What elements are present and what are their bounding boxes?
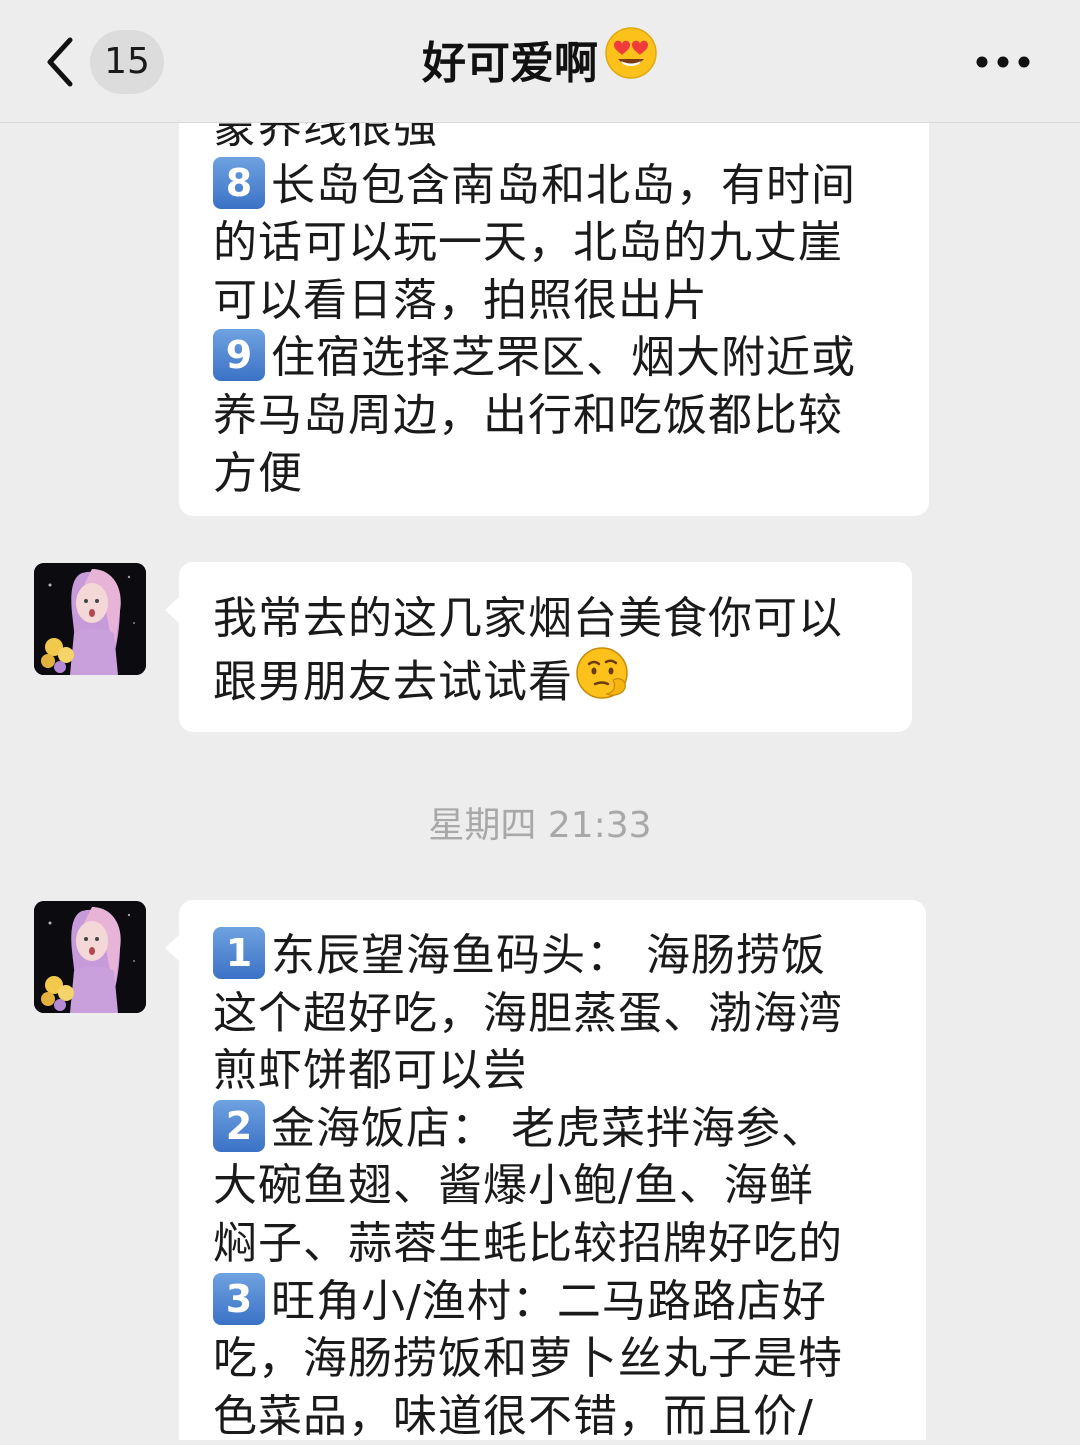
message-bubble[interactable]: 蒙养线很强 8 长岛包含南岛和北岛，有时间 的话可以玩一天，北岛的九丈崖 可以看日…: [179, 60, 929, 516]
message-bubble[interactable]: 我常去的这几家烟台美食你可以 跟男朋友去试试看: [165, 562, 912, 732]
message-line: 色菜品，味道很不错，而且价/: [213, 1390, 814, 1442]
message-line: 煎虾饼都可以尝: [213, 1045, 528, 1097]
more-options-button[interactable]: [970, 44, 1036, 80]
message-text: 1 东辰望海鱼码头： 海肠捞饭 这个超好吃，海胆蒸蛋、渤海湾 煎虾饼都可以尝 2金…: [213, 927, 843, 1445]
number-2-badge: 2: [213, 1099, 265, 1152]
message-text: 蒙养线很强 8 长岛包含南岛和北岛，有时间 的话可以玩一天，北岛的九丈崖 可以看日…: [213, 99, 856, 502]
number-9-badge: 9: [213, 329, 265, 382]
message-line: 8 长岛包含南岛和北岛，有时间: [213, 156, 856, 215]
thinking-emoji-icon: [573, 644, 631, 717]
bubble-tail: [165, 934, 180, 962]
message-timestamp: 星期四 21:33: [428, 805, 652, 846]
number-8-badge: 8: [213, 156, 265, 209]
avatar-image: [34, 901, 146, 1013]
avatar[interactable]: [34, 563, 146, 675]
number-1-badge: 1: [213, 927, 265, 979]
heart-eyes-emoji-icon: [604, 26, 658, 98]
message-line: 这个超好吃，海胆蒸蛋、渤海湾: [213, 987, 843, 1039]
message-line: 2 金海饭店： 老虎菜拌海参、: [213, 1099, 843, 1158]
message-text: 我常去的这几家烟台美食你可以 跟男朋友去试试看: [213, 590, 843, 707]
chat-title-text: 好可爱啊: [422, 38, 598, 89]
number-3-badge: 3: [213, 1272, 265, 1325]
back-button[interactable]: [40, 32, 88, 92]
bubble-tail: [165, 596, 180, 624]
message-bubble[interactable]: 1 东辰望海鱼码头： 海肠捞饭 这个超好吃，海胆蒸蛋、渤海湾 煎虾饼都可以尝 2金…: [165, 900, 926, 1442]
message-line: 的话可以玩一天，北岛的九丈崖: [213, 217, 843, 269]
avatar-image: [34, 563, 146, 675]
message-line: 1 东辰望海鱼码头： 海肠捞饭: [213, 927, 843, 985]
message-line: 焖子、蒜蓉生蚝比较招牌好吃的: [213, 1217, 843, 1269]
message-line: 3 旺角小/渔村：二马路路店好: [213, 1272, 843, 1331]
message-line: 跟男朋友去试试看: [213, 646, 843, 707]
message-line: 9 住宿选择芝罘区、烟大附近或: [213, 329, 856, 387]
more-dots-icon: [976, 56, 1030, 68]
unread-count-badge[interactable]: 15: [90, 30, 164, 94]
avatar[interactable]: [34, 901, 146, 1013]
chat-header: 15 好可爱啊: [0, 0, 1080, 123]
message-line: 养马岛周边，出行和吃饭都比较: [213, 389, 843, 441]
message-line: 大碗鱼翅、酱爆小鲍/鱼、海鲜: [213, 1160, 814, 1212]
message-line: 吃，海肠捞饭和萝卜丝丸子是特: [213, 1333, 843, 1385]
chevron-left-icon: [47, 37, 73, 87]
message-line: 可以看日落，拍照很出片: [213, 274, 708, 326]
message-line: 方便: [213, 447, 303, 499]
message-line: 我常去的这几家烟台美食你可以: [213, 593, 843, 644]
